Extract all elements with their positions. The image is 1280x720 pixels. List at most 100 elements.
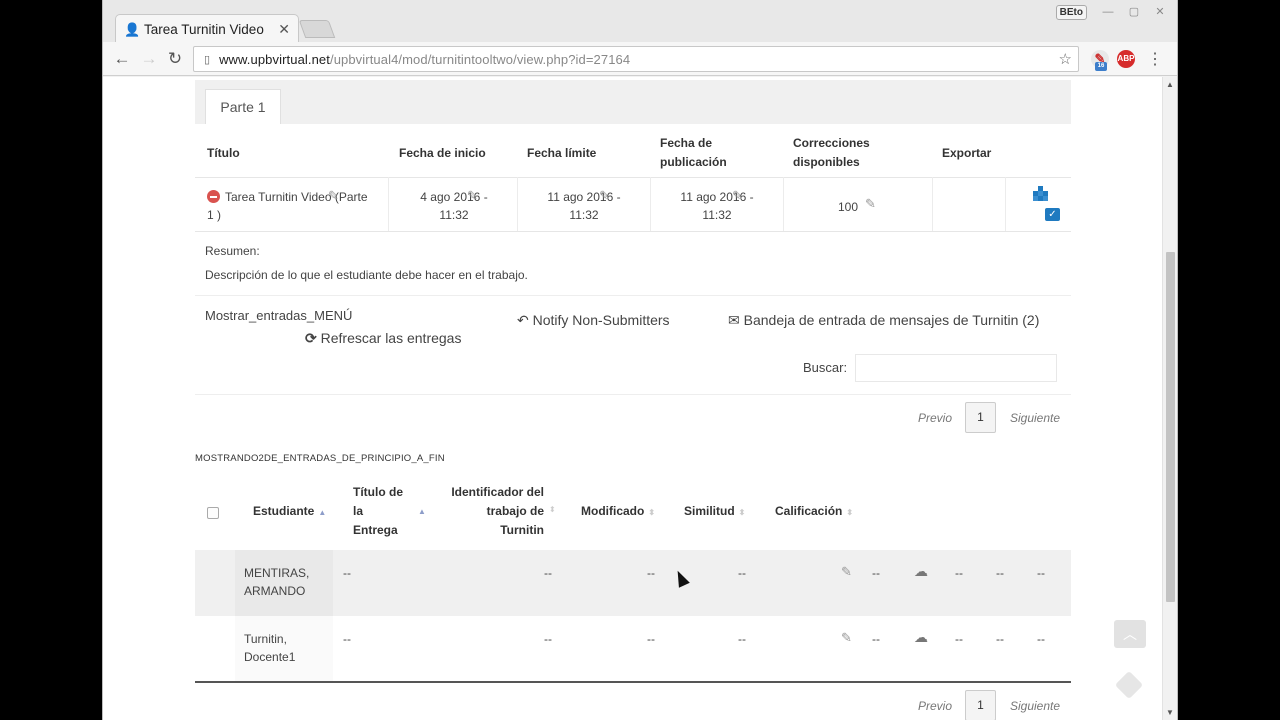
assignment-post-date: 11 ago 2016 -11:32 bbox=[680, 190, 754, 222]
pencil-icon[interactable]: ✎ bbox=[467, 188, 478, 204]
envelope-icon: ✉ bbox=[728, 312, 740, 328]
cloud-upload-icon[interactable]: ☁ bbox=[914, 563, 928, 580]
reload-icon[interactable]: ↻ bbox=[164, 48, 186, 70]
row-divider bbox=[195, 177, 1071, 178]
search-input[interactable] bbox=[855, 354, 1057, 382]
pagination-page[interactable]: 1 bbox=[965, 690, 996, 720]
extension-count-badge: 16 bbox=[1095, 62, 1107, 71]
pencil-icon[interactable]: ✎ bbox=[328, 188, 339, 204]
sort-icon[interactable]: ⬍ bbox=[549, 505, 556, 514]
pagination-next[interactable]: Siguiente bbox=[1010, 699, 1060, 713]
pagination-next[interactable]: Siguiente bbox=[1010, 411, 1060, 425]
header-title: Título bbox=[207, 146, 240, 160]
scroll-down-icon[interactable]: ▼ bbox=[1166, 708, 1174, 717]
col-divider bbox=[388, 177, 389, 231]
feedback-icon[interactable] bbox=[1114, 670, 1144, 700]
refresh-icon: ⟳ bbox=[305, 330, 317, 346]
submission-title: -- bbox=[343, 566, 351, 580]
export-checkbox-icon[interactable]: ✓ bbox=[1045, 208, 1060, 221]
reply-icon: ↶ bbox=[517, 312, 529, 328]
grade: -- bbox=[872, 566, 880, 580]
address-bar[interactable]: ▯ www.upbvirtual.net/upbvirtual4/mod/tur… bbox=[193, 46, 1079, 72]
chevron-up-icon: ︿ bbox=[1123, 626, 1137, 642]
inbox-button[interactable]: ✉ Bandeja de entrada de mensajes de Turn… bbox=[728, 312, 1039, 329]
menu-icon[interactable]: ⋮ bbox=[1147, 49, 1163, 69]
assignment-due-date: 11 ago 2016 -11:32 bbox=[547, 190, 621, 222]
col-divider bbox=[517, 177, 518, 231]
header-student[interactable]: Estudiante ▲ bbox=[253, 502, 326, 522]
tab-parte-1[interactable]: Parte 1 bbox=[205, 89, 281, 124]
pencil-icon[interactable]: ✎ bbox=[841, 630, 852, 646]
tab-close-icon[interactable]: ✕ bbox=[278, 21, 290, 38]
table-bottom-border bbox=[195, 681, 1071, 683]
refresh-button[interactable]: ⟳ Refrescar las entregas bbox=[305, 330, 461, 347]
search-label: Buscar: bbox=[803, 360, 848, 375]
sort-icon[interactable]: ▲ bbox=[418, 507, 426, 516]
pagination-previous[interactable]: Previo bbox=[918, 411, 952, 425]
url-text: www.upbvirtual.net/upbvirtual4/mod/turni… bbox=[219, 51, 631, 67]
forward-icon[interactable]: → bbox=[138, 48, 160, 70]
adblock-icon[interactable]: ABP bbox=[1117, 50, 1135, 68]
star-icon[interactable]: ☆ bbox=[1059, 50, 1072, 68]
header-submission-title[interactable]: Título de la Entrega bbox=[353, 483, 403, 540]
col-divider bbox=[783, 177, 784, 231]
pencil-icon[interactable]: ✎ bbox=[599, 188, 610, 204]
page-icon: ▯ bbox=[204, 53, 211, 66]
pencil-icon[interactable]: ✎ bbox=[865, 196, 876, 212]
browser-toolbar: ← → ↻ ▯ www.upbvirtual.net/upbvirtual4/m… bbox=[103, 42, 1177, 76]
new-tab-button[interactable] bbox=[298, 20, 336, 38]
header-modified[interactable]: Modificado ⬍ bbox=[581, 502, 655, 522]
summary-label: Resumen: bbox=[205, 244, 260, 258]
pencil-icon[interactable]: ✎ bbox=[732, 188, 743, 204]
header-similarity[interactable]: Similitud ⬍ bbox=[684, 502, 745, 522]
pagination-page[interactable]: 1 bbox=[965, 402, 996, 433]
parts-tabs: Parte 1 bbox=[195, 80, 1071, 124]
stop-icon bbox=[207, 190, 220, 203]
paper-id: -- bbox=[544, 632, 552, 646]
scroll-top-button[interactable]: ︿ bbox=[1114, 620, 1146, 648]
maximize-icon[interactable]: ▢ bbox=[1123, 4, 1145, 20]
summary-text: Descripción de lo que el estudiante debe… bbox=[205, 268, 528, 282]
sort-icon: ⬍ bbox=[738, 508, 746, 517]
showing-entries-text: MOSTRANDO2DE_ENTRADAS_DE_PRINCIPIO_A_FIN bbox=[195, 453, 445, 464]
header-post-date: Fecha de publicación bbox=[660, 136, 727, 169]
assignment-start-date: 4 ago 2016 -11:32 bbox=[420, 190, 488, 222]
cell-value: -- bbox=[996, 632, 1004, 646]
browser-tab[interactable]: 👤 Tarea Turnitin Video ✕ bbox=[115, 14, 299, 44]
header-marks: Correcciones disponibles bbox=[793, 136, 870, 169]
similarity: -- bbox=[738, 566, 746, 580]
profile-badge[interactable]: BEto bbox=[1055, 5, 1087, 20]
notify-non-submitters-button[interactable]: ↶ Notify Non-Submitters bbox=[517, 312, 670, 329]
student-name[interactable]: Turnitin, Docente1 bbox=[244, 630, 295, 666]
cloud-upload-icon[interactable]: ☁ bbox=[914, 629, 928, 646]
scrollbar[interactable]: ▲ ▼ bbox=[1162, 77, 1177, 720]
table-row[interactable]: MENTIRAS, ARMANDO -- -- -- -- ✎ -- ☁ -- -… bbox=[195, 550, 1071, 616]
paper-id: -- bbox=[544, 566, 552, 580]
header-export: Exportar bbox=[942, 146, 992, 160]
pagination-previous[interactable]: Previo bbox=[918, 699, 952, 713]
cell-value: -- bbox=[1037, 632, 1045, 646]
header-start-date: Fecha de inicio bbox=[399, 146, 486, 160]
assignment-marks: 100 bbox=[838, 200, 859, 214]
pencil-icon[interactable]: ✎ bbox=[841, 564, 852, 580]
submissions-table: Estudiante ▲ Título de la Entrega ▲ Identif… bbox=[195, 475, 1071, 683]
sort-icon: ⬍ bbox=[648, 508, 656, 517]
header-paper-id[interactable]: Identificador del trabajo de Turnitin bbox=[441, 483, 544, 540]
browser-window: 👤 Tarea Turnitin Video ✕ BEto — ▢ ✕ ← → … bbox=[102, 0, 1178, 720]
export-icon[interactable] bbox=[1033, 186, 1049, 202]
header-grade[interactable]: Calificación ⬍ bbox=[775, 502, 853, 522]
student-name[interactable]: MENTIRAS, ARMANDO bbox=[244, 564, 309, 600]
select-all-checkbox[interactable] bbox=[207, 507, 219, 519]
scroll-up-icon[interactable]: ▲ bbox=[1166, 80, 1174, 89]
show-entries-menu[interactable]: Mostrar_entradas_MENÚ bbox=[205, 308, 352, 323]
row-divider bbox=[195, 231, 1071, 232]
submission-controls: Mostrar_entradas_MENÚ ⟳ Refrescar las en… bbox=[195, 295, 1071, 395]
back-icon[interactable]: ← bbox=[111, 48, 133, 70]
page-viewport: Parte 1 Título Fecha de inicio Fecha lím… bbox=[103, 77, 1163, 720]
scroll-thumb[interactable] bbox=[1166, 252, 1175, 602]
modified: -- bbox=[647, 632, 655, 646]
table-row[interactable]: Turnitin, Docente1 -- -- -- -- ✎ -- ☁ -- … bbox=[195, 616, 1071, 682]
minimize-icon[interactable]: — bbox=[1097, 4, 1119, 20]
assignment-title[interactable]: Tarea Turnitin Video (Parte 1 ) bbox=[207, 188, 382, 224]
close-window-icon[interactable]: ✕ bbox=[1149, 4, 1171, 20]
